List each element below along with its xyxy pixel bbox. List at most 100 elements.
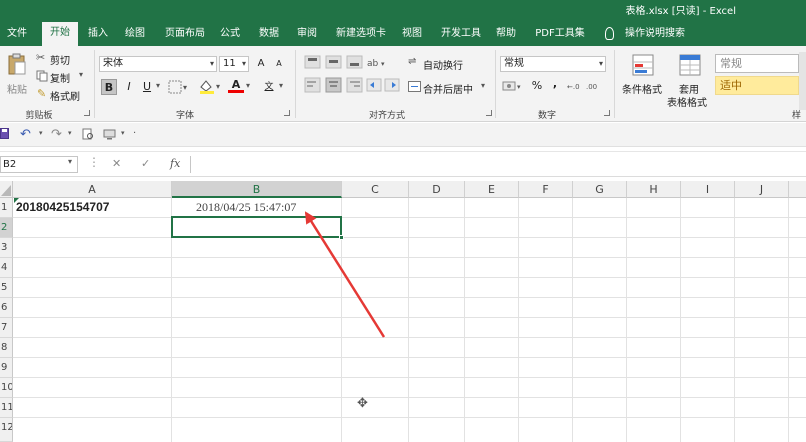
underline-button[interactable]: U (139, 79, 155, 95)
tab-file[interactable]: 文件 (2, 25, 32, 45)
quick-access-toolbar: ↶ ▾ ↷ ▾ ▾ · (0, 123, 806, 147)
chevron-down-icon: ▾ (79, 70, 84, 79)
insert-function-icon[interactable]: fx (170, 157, 180, 170)
copy-label: 复制 (50, 74, 70, 85)
horizontal-align-icons[interactable] (304, 77, 364, 93)
chevron-down-icon: ▾ (598, 59, 603, 68)
formula-input[interactable] (190, 156, 806, 173)
cut-button[interactable]: ✂ 剪切 (34, 50, 82, 67)
ribbon: 粘贴 ✂ 剪切 复制 ▾ ✎ 格式刷 剪贴板 宋体 ▾ 11 ▾ A A B I… (0, 46, 806, 122)
tab-review[interactable]: 审阅 (293, 25, 321, 45)
styles-group-label: 样 (792, 111, 802, 121)
tab-draw[interactable]: 绘图 (121, 25, 149, 45)
merge-center-button[interactable]: 合并后居中 ▾ (406, 78, 488, 96)
wrap-icon: ⇌ (408, 56, 417, 67)
tab-view[interactable]: 视图 (398, 25, 426, 45)
font-launcher-icon[interactable] (284, 110, 290, 116)
chevron-down-icon[interactable]: ▾ (68, 129, 72, 137)
group-divider (295, 50, 296, 118)
chevron-down-icon: ▾ (481, 81, 486, 90)
fill-color-icon[interactable]: ▾ (198, 78, 224, 94)
drag-handle-icon[interactable]: ⋮ (88, 155, 100, 169)
cursor-icon: ✥ (357, 396, 368, 411)
svg-text:ab: ab (367, 59, 379, 69)
enter-icon[interactable]: ✓ (141, 157, 150, 170)
cancel-icon[interactable]: ✕ (112, 157, 121, 170)
undo-icon[interactable]: ↶ (20, 127, 31, 142)
name-box[interactable]: B2 (0, 156, 78, 173)
number-format-select[interactable]: 常规 ▾ (500, 56, 606, 72)
font-size-value: 11 (223, 58, 236, 69)
tab-page-layout[interactable]: 页面布局 (159, 25, 211, 45)
wrap-text-button[interactable]: ⇌ 自动换行 (406, 54, 468, 72)
save-icon[interactable] (0, 128, 10, 140)
svg-text:▾: ▾ (183, 83, 187, 92)
chevron-down-icon[interactable]: ▾ (68, 157, 72, 166)
comma-button[interactable]: , (547, 76, 563, 92)
group-divider (495, 50, 496, 118)
conditional-format-button[interactable]: 条件格式 (619, 50, 665, 104)
styles-scroll[interactable] (799, 52, 806, 110)
clipboard-icon (8, 53, 26, 75)
svg-text:▾: ▾ (216, 82, 220, 91)
paste-button[interactable]: 粘贴 (3, 50, 29, 100)
indent-icons[interactable] (366, 77, 402, 93)
italic-button[interactable]: I (121, 79, 137, 95)
chevron-down-icon[interactable]: ▾ (121, 129, 125, 137)
tab-formulas[interactable]: 公式 (216, 25, 244, 45)
customize-qat-icon[interactable]: · (133, 128, 136, 139)
scissors-icon: ✂ (36, 51, 46, 64)
chevron-down-icon: ▾ (209, 59, 214, 68)
style-normal[interactable]: 常规 (715, 54, 799, 73)
style-neutral[interactable]: 适中 (715, 76, 799, 95)
font-size-select[interactable]: 11 ▾ (219, 56, 249, 72)
tab-developer[interactable]: 开发工具 (436, 25, 486, 45)
tab-data[interactable]: 数据 (255, 25, 283, 45)
orientation-icon[interactable]: ab ▾ (366, 55, 390, 69)
vertical-align-icons[interactable] (304, 55, 364, 69)
chevron-down-icon: ▾ (241, 59, 246, 68)
table-format-icon (679, 54, 701, 76)
shrink-font-button[interactable]: A (271, 56, 287, 72)
clipboard-group-label: 剪贴板 (25, 111, 53, 121)
tab-new[interactable]: 新建选项卡 (330, 25, 392, 45)
group-divider (614, 50, 615, 118)
svg-text:←.0: ←.0 (567, 83, 580, 91)
font-name-select[interactable]: 宋体 ▾ (99, 56, 217, 72)
decimal-icons[interactable]: ←.0 .00 (566, 79, 604, 93)
cut-label: 剪切 (50, 56, 70, 67)
copy-icon (36, 70, 48, 82)
print-preview-icon[interactable] (82, 128, 94, 141)
chevron-down-icon[interactable]: ▾ (39, 129, 43, 137)
bold-button[interactable]: B (101, 79, 117, 95)
tab-home[interactable]: 开始 (42, 22, 78, 46)
svg-text:▾: ▾ (517, 83, 521, 91)
number-format-value: 常规 (504, 58, 524, 69)
spreadsheet-grid[interactable]: A B C D E F G H I J 1 2 3 4 5 6 7 8 9 10… (0, 181, 806, 442)
borders-icon[interactable]: ▾ (168, 80, 190, 94)
number-launcher-icon[interactable] (604, 110, 610, 116)
font-name-value: 宋体 (103, 58, 123, 69)
paste-label: 粘贴 (7, 85, 27, 96)
percent-button[interactable]: % (529, 78, 545, 94)
paintbrush-icon: ✎ (37, 87, 47, 100)
font-color-button[interactable]: A (228, 77, 244, 93)
phonetic-button[interactable]: 文 (261, 79, 277, 95)
tab-insert[interactable]: 插入 (84, 25, 112, 45)
format-as-table-button[interactable]: 套用 表格格式 (666, 50, 710, 109)
format-painter-button[interactable]: ✎ 格式刷 (34, 86, 82, 103)
title-tab-bar: 表格.xlsx [只读] - Excel 文件 开始 插入 绘图 页面布局 公式… (0, 0, 806, 46)
redo-icon[interactable]: ↷ (51, 127, 62, 142)
tell-me-search[interactable]: 操作说明搜索 (620, 25, 690, 45)
copy-button[interactable]: 复制 ▾ (34, 68, 84, 85)
tab-help[interactable]: 帮助 (492, 25, 520, 45)
lightbulb-icon (605, 27, 614, 40)
screen-icon[interactable] (103, 129, 117, 140)
grow-font-button[interactable]: A (253, 56, 269, 72)
currency-icon[interactable]: ▾ (502, 79, 526, 93)
clipboard-launcher-icon[interactable] (84, 110, 90, 116)
conditional-format-icon (632, 54, 654, 76)
tab-pdf-tools[interactable]: PDF工具集 (530, 25, 590, 45)
alignment-launcher-icon[interactable] (486, 110, 492, 116)
wrap-text-label: 自动换行 (423, 61, 463, 72)
